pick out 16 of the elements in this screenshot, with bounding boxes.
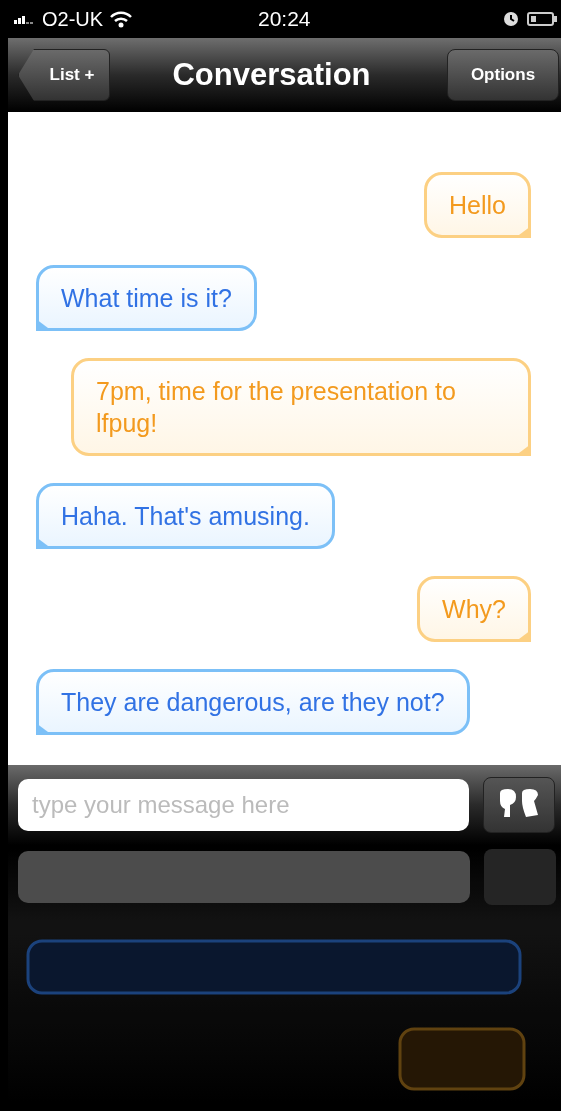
sent-message-bubble: Why? <box>417 576 531 642</box>
sent-message-bubble: 7pm, time for the presentation to lfpug! <box>71 358 531 456</box>
screen-title: Conversation <box>172 57 371 93</box>
back-button[interactable]: List + <box>18 49 110 101</box>
options-button[interactable]: Options <box>447 49 559 101</box>
wifi-icon <box>109 10 134 28</box>
battery-icon <box>527 11 557 27</box>
message-field[interactable]: type your message here <box>18 779 470 831</box>
send-button[interactable] <box>483 777 555 833</box>
signal-icon <box>14 14 36 24</box>
received-message-bubble: What time is it? <box>36 265 257 331</box>
received-message-bubble: Haha. That's amusing. <box>36 483 335 549</box>
clock-time: 20:24 <box>258 7 311 31</box>
sent-message-bubble: Hello <box>424 172 531 238</box>
carrier-name: O2-UK <box>42 7 104 31</box>
received-message-bubble: They are dangerous, are they not? <box>36 669 470 735</box>
